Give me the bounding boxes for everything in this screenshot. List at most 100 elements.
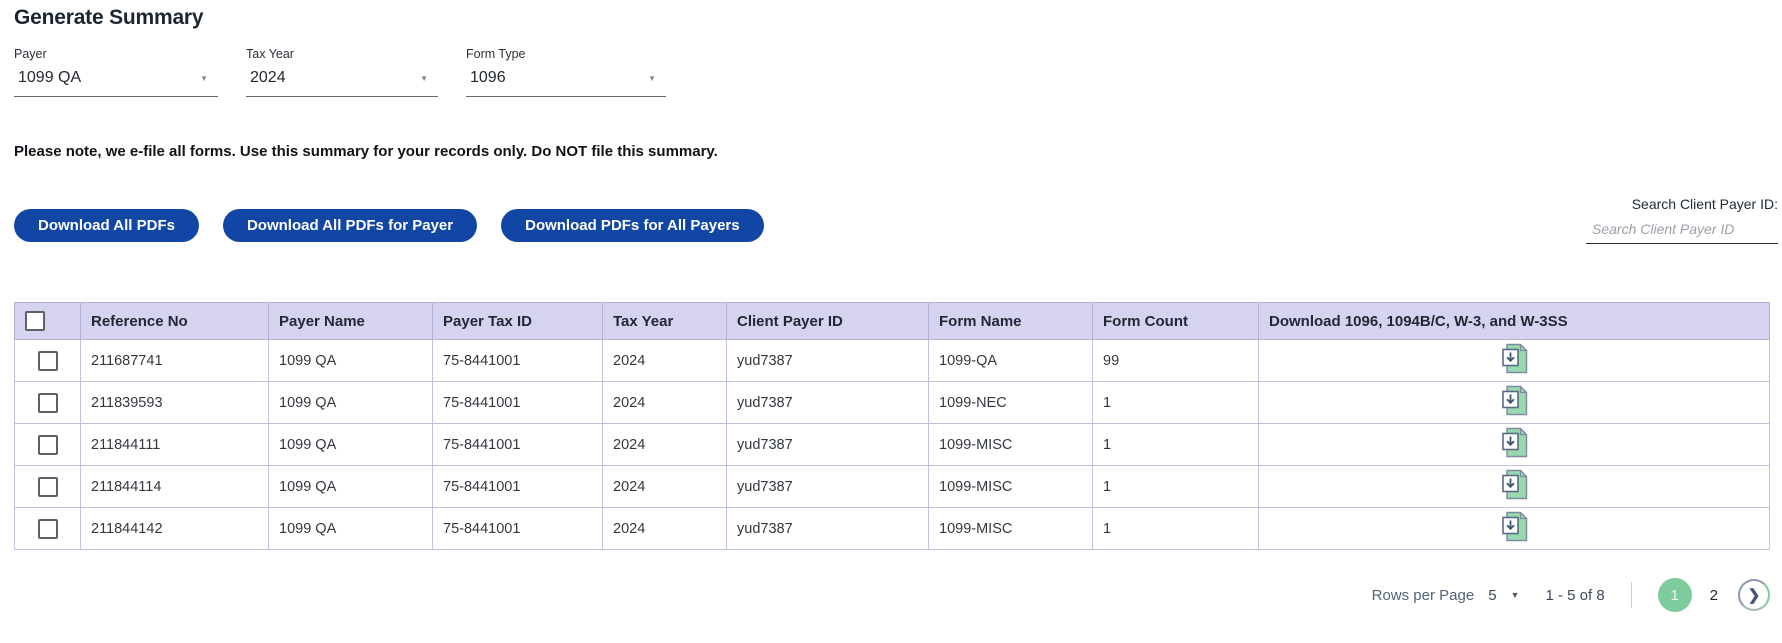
chevron-down-icon[interactable]: ▼ [1511,590,1520,600]
cell-form-name: 1099-QA [928,339,1093,382]
table-header-row: Reference No Payer Name Payer Tax ID Tax… [14,302,1770,340]
download-row-button[interactable] [1501,343,1528,374]
cell-payer-tax-id: 75-8441001 [432,339,603,382]
download-file-icon [1501,343,1527,374]
cell-form-count: 99 [1092,339,1259,382]
download-file-icon [1501,469,1527,500]
col-download: Download 1096, 1094B/C, W-3, and W-3SS [1258,302,1770,340]
payer-value: 1099 QA [18,69,82,86]
cell-payer-name: 1099 QA [268,423,433,466]
next-page-button[interactable]: ❯ [1738,579,1770,611]
efile-note: Please note, we e-file all forms. Use th… [14,143,718,160]
table-row: 211844111 1099 QA 75-8441001 2024 yud738… [14,423,1770,466]
cell-form-name: 1099-MISC [928,507,1093,550]
cell-form-name: 1099-MISC [928,423,1093,466]
tax-year-filter: Tax Year 2024 ▼ [246,47,438,97]
tax-year-select[interactable]: 2024 ▼ [246,63,438,97]
form-type-filter: Form Type 1096 ▼ [466,47,666,97]
page-title: Generate Summary [14,6,204,29]
download-all-pdfs-button[interactable]: Download All PDFs [14,209,199,242]
search-input[interactable] [1586,218,1778,244]
download-file-icon [1501,385,1527,416]
cell-reference-no: 211839593 [80,381,269,424]
download-row-button[interactable] [1501,427,1528,458]
search-label: Search Client Payer ID: [1631,196,1778,212]
cell-payer-tax-id: 75-8441001 [432,423,603,466]
cell-tax-year: 2024 [602,423,727,466]
cell-payer-tax-id: 75-8441001 [432,465,603,508]
generate-summary-page: Generate Summary Payer 1099 QA ▼ Tax Yea… [0,0,1782,612]
col-payer-name: Payer Name [268,302,433,340]
cell-tax-year: 2024 [602,339,727,382]
row-checkbox[interactable] [37,434,58,455]
page-button-2[interactable]: 2 [1710,587,1718,604]
row-checkbox[interactable] [37,350,58,371]
cell-client-payer-id: yud7387 [726,423,929,466]
cell-client-payer-id: yud7387 [726,381,929,424]
download-file-icon [1501,511,1527,542]
download-file-icon [1501,427,1527,458]
cell-tax-year: 2024 [602,381,727,424]
table-row: 211844114 1099 QA 75-8441001 2024 yud738… [14,465,1770,508]
table-row: 211839593 1099 QA 75-8441001 2024 yud738… [14,381,1770,424]
row-checkbox[interactable] [37,392,58,413]
cell-form-count: 1 [1092,381,1259,424]
cell-reference-no: 211844142 [80,507,269,550]
cell-form-name: 1099-NEC [928,381,1093,424]
payer-label: Payer [14,47,47,61]
cell-form-count: 1 [1092,465,1259,508]
cell-client-payer-id: yud7387 [726,339,929,382]
pagination-bar: Rows per Page 5 ▼ 1 - 5 of 8 1 2 ❯ [14,578,1782,612]
cell-payer-name: 1099 QA [268,381,433,424]
cell-payer-tax-id: 75-8441001 [432,507,603,550]
form-type-value: 1096 [470,69,506,86]
download-row-button[interactable] [1501,511,1528,542]
chevron-down-icon: ▼ [200,73,208,83]
chevron-down-icon: ▼ [648,73,656,83]
rows-per-page-label: Rows per Page [1371,586,1475,604]
chevron-down-icon: ▼ [420,73,428,83]
select-all-checkbox[interactable] [25,311,45,331]
col-form-name: Form Name [928,302,1093,340]
search-client-payer-id: Search Client Payer ID: [1586,196,1778,244]
cell-form-count: 1 [1092,423,1259,466]
cell-reference-no: 211844111 [80,423,269,466]
pagination-divider [1630,582,1632,608]
filters-row: Payer 1099 QA ▼ Tax Year 2024 ▼ Form Typ… [14,47,1782,97]
cell-reference-no: 211687741 [80,339,269,382]
tax-year-value: 2024 [250,69,286,86]
table-row: 211687741 1099 QA 75-8441001 2024 yud738… [14,339,1770,382]
summary-table: Reference No Payer Name Payer Tax ID Tax… [14,302,1770,550]
payer-filter: Payer 1099 QA ▼ [14,47,218,97]
cell-payer-name: 1099 QA [268,339,433,382]
row-checkbox[interactable] [37,476,58,497]
download-all-pdfs-for-payer-button[interactable]: Download All PDFs for Payer [222,209,478,242]
col-tax-year: Tax Year [602,302,727,340]
page-button-1[interactable]: 1 [1657,578,1692,612]
download-row-button[interactable] [1501,385,1528,416]
col-form-count: Form Count [1092,302,1259,340]
row-checkbox[interactable] [37,518,58,539]
col-reference-no: Reference No [80,302,269,340]
chevron-right-icon: ❯ [1747,586,1761,604]
col-payer-tax-id: Payer Tax ID [432,302,603,340]
cell-client-payer-id: yud7387 [726,507,929,550]
download-row-button[interactable] [1501,469,1528,500]
cell-reference-no: 211844114 [80,465,269,508]
table-row: 211844142 1099 QA 75-8441001 2024 yud738… [14,507,1770,550]
cell-payer-name: 1099 QA [268,465,433,508]
tax-year-label: Tax Year [246,47,294,61]
cell-form-count: 1 [1092,507,1259,550]
row-range-text: 1 - 5 of 8 [1545,586,1605,604]
col-client-payer-id: Client Payer ID [726,302,929,340]
download-pdfs-for-all-payers-button[interactable]: Download PDFs for All Payers [501,209,764,242]
form-type-label: Form Type [466,47,526,61]
cell-client-payer-id: yud7387 [726,465,929,508]
form-type-select[interactable]: 1096 ▼ [466,63,666,97]
cell-payer-tax-id: 75-8441001 [432,381,603,424]
rows-per-page-value[interactable]: 5 [1488,587,1496,604]
cell-payer-name: 1099 QA [268,507,433,550]
cell-form-name: 1099-MISC [928,465,1093,508]
actions-row: Download All PDFs Download All PDFs for … [14,209,1782,242]
payer-select[interactable]: 1099 QA ▼ [14,63,218,97]
